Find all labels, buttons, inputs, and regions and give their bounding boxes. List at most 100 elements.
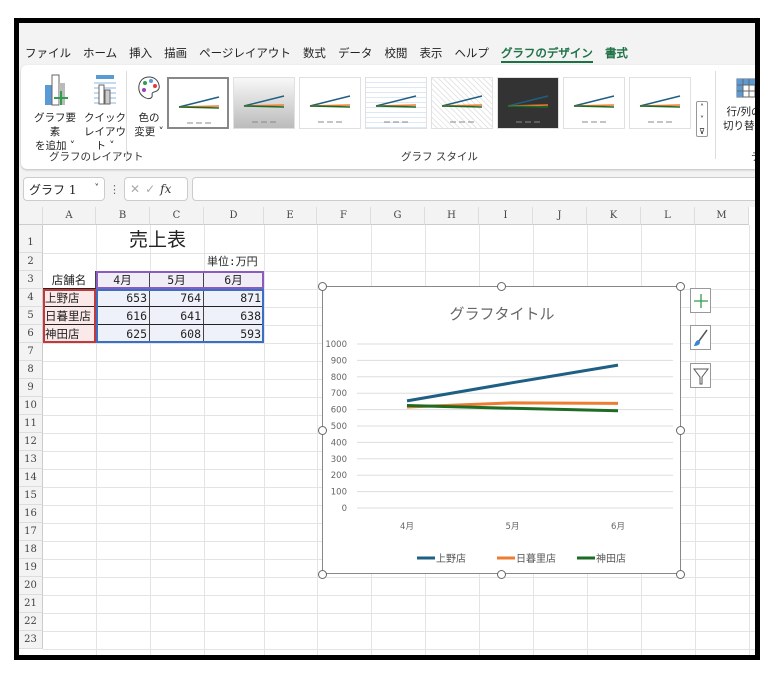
cancel-icon[interactable]: ✕ bbox=[130, 182, 140, 196]
chart-title[interactable]: グラフタイトル bbox=[449, 305, 554, 323]
menu-tab[interactable]: 描画 bbox=[164, 45, 187, 63]
select-all-corner[interactable] bbox=[19, 207, 43, 225]
row-header[interactable]: 21 bbox=[19, 595, 43, 613]
row-header[interactable]: 20 bbox=[19, 577, 43, 595]
chart-style-thumbnail[interactable] bbox=[365, 77, 427, 129]
formula-input[interactable] bbox=[192, 177, 755, 201]
confirm-icon[interactable]: ✓ bbox=[145, 182, 155, 196]
row-header[interactable]: 14 bbox=[19, 469, 43, 487]
resize-handle[interactable] bbox=[676, 282, 685, 291]
resize-handle[interactable] bbox=[318, 426, 327, 435]
switch-row-column-button[interactable]: 行/列の切り替え bbox=[719, 73, 755, 133]
quick-layout-button[interactable]: クイック レイアウト ˅ bbox=[81, 73, 129, 153]
menu-tab[interactable]: グラフのデザイン bbox=[500, 45, 593, 63]
column-header[interactable]: J bbox=[533, 207, 587, 225]
line-chart[interactable]: グラフタイトル 0 100 200 300 400 500 600 700 800 900 1000 4… bbox=[322, 286, 681, 574]
row-header[interactable]: 3 bbox=[19, 271, 43, 289]
chart-style-thumbnail[interactable] bbox=[497, 77, 559, 129]
y-tick-label: 700 bbox=[331, 389, 347, 399]
resize-handle[interactable] bbox=[497, 282, 506, 291]
table-header-cell[interactable]: 店舗名 bbox=[43, 271, 96, 289]
column-header[interactable]: K bbox=[587, 207, 641, 225]
row-header[interactable]: 10 bbox=[19, 397, 43, 415]
row-header[interactable]: 13 bbox=[19, 451, 43, 469]
chart-style-thumbnail[interactable] bbox=[629, 77, 691, 129]
menu-tab[interactable]: データ bbox=[338, 45, 373, 63]
column-header[interactable]: I bbox=[479, 207, 533, 225]
menu-tab[interactable]: ページレイアウト bbox=[199, 45, 291, 63]
row-header[interactable]: 2 bbox=[19, 253, 43, 271]
menu-tab[interactable]: 挿入 bbox=[129, 45, 152, 63]
row-header[interactable]: 11 bbox=[19, 415, 43, 433]
switch-row-column-icon bbox=[736, 78, 755, 98]
resize-handle[interactable] bbox=[676, 570, 685, 579]
chart-filters-button[interactable] bbox=[690, 363, 711, 388]
menu-tab[interactable]: ホーム bbox=[83, 45, 117, 63]
row-header[interactable]: 4 bbox=[19, 289, 43, 307]
spreadsheet-grid[interactable]: A B C D E F G H I J K L M 1 2 3 4 5 6 7 8 9 10 11 12 13 14 15 16 17 18… bbox=[19, 207, 755, 655]
row-header[interactable]: 22 bbox=[19, 613, 43, 631]
style-scroll-buttons[interactable]: ˄ ˅ ⊽ bbox=[696, 101, 708, 137]
column-header[interactable]: F bbox=[317, 207, 371, 225]
range-highlight-series bbox=[96, 271, 264, 289]
x-tick-label: 6月 bbox=[611, 522, 625, 532]
add-chart-element-button[interactable]: グラフ要素 を追加 ˅ bbox=[29, 73, 81, 153]
y-tick-label: 100 bbox=[331, 488, 347, 498]
chart-styles-button[interactable] bbox=[690, 325, 711, 350]
row-header[interactable]: 16 bbox=[19, 505, 43, 523]
change-colors-button[interactable]: 色の 変更 ˅ bbox=[129, 73, 169, 139]
group-label-layout: グラフのレイアウト bbox=[49, 151, 144, 163]
menu-tab[interactable]: ファイル bbox=[25, 45, 71, 63]
column-header[interactable]: B bbox=[96, 207, 150, 225]
row-header[interactable]: 8 bbox=[19, 361, 43, 379]
resize-handle[interactable] bbox=[676, 426, 685, 435]
menu-tab[interactable]: 書式 bbox=[605, 45, 628, 63]
menu-tab[interactable]: 表示 bbox=[419, 45, 442, 63]
row-header[interactable]: 5 bbox=[19, 307, 43, 325]
divider bbox=[715, 71, 716, 159]
row-header[interactable]: 12 bbox=[19, 433, 43, 451]
chart-style-thumbnail[interactable] bbox=[233, 77, 295, 129]
quick-layout-icon bbox=[94, 75, 116, 105]
series-line-0[interactable] bbox=[406, 363, 619, 403]
column-header[interactable]: A bbox=[43, 207, 96, 225]
legend-label[interactable]: 神田店 bbox=[596, 552, 626, 565]
chart-style-thumbnail[interactable] bbox=[431, 77, 493, 129]
chart-elements-button[interactable] bbox=[690, 288, 711, 313]
column-header[interactable]: M bbox=[695, 207, 749, 225]
gridline bbox=[43, 613, 755, 614]
column-header[interactable]: G bbox=[371, 207, 425, 225]
add-element-icon bbox=[45, 74, 68, 106]
name-box[interactable]: グラフ 1 ˅ bbox=[23, 177, 105, 201]
formula-bar: グラフ 1 ˅ ⋮ ✕ ✓ fx bbox=[23, 177, 755, 201]
resize-handle[interactable] bbox=[318, 282, 327, 291]
row-header[interactable]: 18 bbox=[19, 541, 43, 559]
resize-handle[interactable] bbox=[318, 570, 327, 579]
resize-handle[interactable] bbox=[497, 570, 506, 579]
column-header[interactable]: D bbox=[204, 207, 264, 225]
row-header[interactable]: 19 bbox=[19, 559, 43, 577]
row-header[interactable]: 7 bbox=[19, 343, 43, 361]
sheet-title: 売上表 bbox=[129, 229, 187, 251]
row-header[interactable]: 6 bbox=[19, 325, 43, 343]
row-header[interactable]: 15 bbox=[19, 487, 43, 505]
menu-tab[interactable]: ヘルプ bbox=[454, 45, 489, 63]
chart-style-thumbnail[interactable] bbox=[299, 77, 361, 129]
row-header[interactable]: 9 bbox=[19, 379, 43, 397]
column-header[interactable]: E bbox=[264, 207, 317, 225]
range-highlight-values bbox=[96, 289, 264, 343]
chart-style-thumbnail[interactable] bbox=[167, 77, 229, 129]
legend-label[interactable]: 上野店 bbox=[436, 552, 466, 565]
chart-style-thumbnail[interactable] bbox=[563, 77, 625, 129]
column-header[interactable]: C bbox=[150, 207, 204, 225]
column-header[interactable]: L bbox=[641, 207, 695, 225]
menu-tab[interactable]: 数式 bbox=[303, 45, 326, 63]
menu-tab[interactable]: 校閲 bbox=[384, 45, 407, 63]
column-header[interactable]: H bbox=[425, 207, 479, 225]
insert-function-button[interactable]: fx bbox=[160, 182, 171, 196]
legend-label[interactable]: 日暮里店 bbox=[516, 552, 556, 565]
row-header[interactable]: 23 bbox=[19, 631, 43, 649]
excel-window: ファイル ホーム 挿入 描画 ページレイアウト 数式 データ 校閲 表示 ヘルプ グラフのデザイン書… bbox=[14, 18, 760, 660]
row-header[interactable]: 17 bbox=[19, 523, 43, 541]
row-header[interactable]: 1 bbox=[19, 225, 43, 253]
